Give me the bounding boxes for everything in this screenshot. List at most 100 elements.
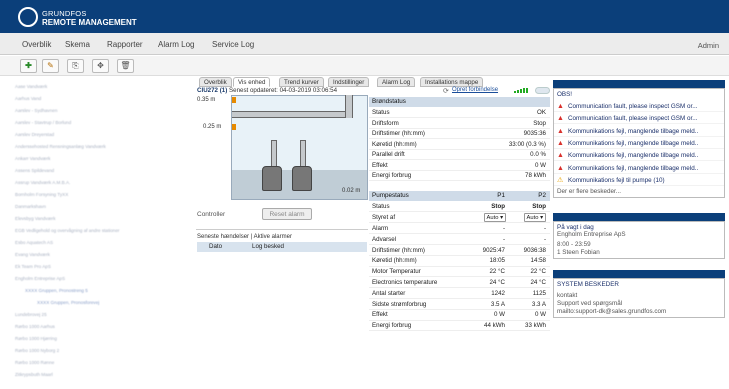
tree-item[interactable]: XXXX Gruppen, Pronostreng 5: [25, 288, 88, 297]
alarm-item[interactable]: ▲ Kommunikations fejl, manglende tilbage …: [554, 150, 724, 162]
nav-alarm-log[interactable]: Alarm Log: [158, 40, 194, 49]
tree-item[interactable]: Aarslev - Stavtrup / Borlund: [15, 120, 71, 129]
row-label: Driftstimer (hh:mm): [372, 246, 425, 254]
tab-installations-mappe[interactable]: Installations mappe: [420, 77, 484, 87]
tree-item[interactable]: Anderssehosted Rensningsanlæg Vandværk: [15, 144, 106, 153]
nav-service-log[interactable]: Service Log: [212, 40, 254, 49]
tree-item[interactable]: Rørbo 1000 Hjørring: [15, 336, 57, 345]
tab-trend-kurver[interactable]: Trend kurver: [279, 77, 324, 87]
alarm-text: Kommunikations fejl, manglende tilbage m…: [568, 164, 699, 172]
tab-alarm-log[interactable]: Alarm Log: [377, 77, 416, 87]
pump-1-icon[interactable]: [262, 166, 282, 191]
tree-item[interactable]: Aarslev - Sydhavnen: [15, 108, 57, 117]
tree-item[interactable]: Rørbo 1000 Nyborg 2: [15, 348, 59, 357]
brondstatus-row: Effekt 0 W: [369, 161, 550, 171]
tree-item[interactable]: Lundebrovej 25: [15, 312, 47, 321]
p2-value: 3.3 A: [531, 300, 546, 308]
row-label: Energi forbrug: [372, 172, 412, 179]
tree-item[interactable]: Elevsbyg Vandværk: [15, 216, 56, 225]
p1-control-select[interactable]: Auto ▾: [483, 213, 506, 222]
brondstatus-header: Brøndstatus: [369, 97, 550, 107]
row-label: Energi forbrug: [372, 322, 412, 330]
system-support: Support ved spørgsmål: [557, 300, 623, 307]
p1-value: -: [502, 225, 505, 232]
pumpestatus-title: Pumpestatus: [372, 192, 409, 199]
p2-value: -: [543, 235, 546, 243]
pumpestatus-row: Køretid (hh:mm) 18:05 14:58: [369, 256, 550, 267]
nav-rapporter[interactable]: Rapporter: [107, 40, 143, 49]
alarm-item[interactable]: ▲ Communication fault, please inspect GSM…: [554, 113, 724, 125]
tree-item[interactable]: Ankarr Vandværk: [15, 156, 50, 165]
user-menu[interactable]: Admin: [698, 41, 719, 50]
row-value: 78 kWh: [525, 172, 546, 179]
connection-toggle[interactable]: [535, 87, 550, 94]
refresh-icon[interactable]: ⟳: [443, 87, 449, 95]
alarm-text: Kommunikations fejl, manglende tilbage m…: [568, 127, 699, 135]
alarm-item[interactable]: ⚠ Kommunikations fejl til pumpe (10): [554, 175, 724, 186]
tree-item[interactable]: Assrup Vandværk A.M.B.A.: [15, 180, 70, 189]
tree-item[interactable]: Rørbo 1000 Rønne: [15, 360, 54, 369]
row-label: Driftsform: [372, 119, 399, 127]
pumpestatus-row: Effekt 0 W 0 W: [369, 310, 550, 321]
tree-item[interactable]: Bornholm Forsyning TyXX: [15, 192, 68, 201]
tree-item[interactable]: Esbo Aquatech AS: [15, 240, 53, 249]
tree-item[interactable]: Assens Spildevand: [15, 168, 54, 177]
more-messages-link[interactable]: Der er flere beskeder...: [557, 188, 621, 195]
tree-item[interactable]: Aarslev Dreyerstad: [15, 132, 54, 141]
pump-control-row: Styret af Auto ▾ Auto ▾: [369, 213, 550, 224]
alarm-icon: ▲: [557, 139, 564, 147]
copy-icon[interactable]: ⎘: [67, 59, 84, 73]
pumpestatus-row: Driftstimer (hh:mm) 9025:47 9036:38: [369, 246, 550, 256]
tree-item[interactable]: Evang Vandværk: [15, 252, 50, 261]
alarm-item[interactable]: ▲ Kommunikations fejl, manglende tilbage …: [554, 126, 724, 137]
tree-item[interactable]: Danmarkshavn: [15, 204, 46, 213]
obs-panel: OBS! ▲ Communication fault, please inspec…: [553, 88, 725, 198]
events-title[interactable]: Seneste hændelser | Aktive alarmer: [197, 234, 292, 240]
tree-item[interactable]: Rørbo 1000 Aarhus: [15, 324, 55, 333]
row-value: OK: [537, 109, 546, 116]
tree-item[interactable]: Aarhus Vand: [15, 96, 41, 105]
row-label: Driftstimer (hh:mm): [372, 130, 425, 137]
reset-alarm-button[interactable]: Reset alarm: [262, 208, 312, 220]
row-value: 33:00 (0.3 %): [508, 140, 546, 148]
toolbar: [0, 56, 729, 76]
brondstatus-row: Parallel drift 0.0 %: [369, 150, 550, 161]
row-label: Antal starter: [372, 289, 406, 297]
alarm-item[interactable]: ▲ Kommunikations fejl, manglende tilbage …: [554, 163, 724, 174]
system-title: SYSTEM BESKEDER: [557, 281, 619, 288]
tree-item[interactable]: Zitkrypsbuth Maarl: [15, 372, 53, 381]
tab-vis-enhed[interactable]: Vis enhed: [233, 77, 271, 87]
row-label: Status: [372, 203, 390, 210]
p2-control-select[interactable]: Auto ▾: [523, 213, 546, 222]
add-icon[interactable]: ✚: [20, 59, 37, 73]
tree-item[interactable]: EGB Vedligehold og overvågning af andre …: [15, 228, 119, 237]
station-id: CIU272 (1): [197, 87, 228, 94]
tree-item[interactable]: Engholm Entreprise ApS: [15, 276, 65, 285]
row-label: Electronics temperature: [372, 279, 438, 286]
system-mail-link[interactable]: mailto:support-dk@sales.grundfos.com: [557, 308, 666, 315]
nav-overblik[interactable]: Overblik: [22, 40, 51, 49]
nav-skema[interactable]: Skema: [65, 40, 90, 49]
edit-icon[interactable]: ✎: [42, 59, 59, 73]
delete-icon[interactable]: 🗑: [117, 59, 134, 73]
alarm-item[interactable]: ▲ Communication fault, please inspect GSM…: [554, 101, 724, 112]
row-value: 0.0 %: [530, 151, 546, 158]
row-label: Styret af: [372, 214, 396, 221]
tree-item[interactable]: Ek Team Pro ApS: [15, 264, 51, 273]
connect-link[interactable]: Opret forbindelse: [452, 87, 498, 93]
tab-overblik[interactable]: Overblik: [199, 77, 232, 87]
pumpestatus-row: Alarm - -: [369, 224, 550, 235]
pump-2-icon[interactable]: [292, 166, 312, 191]
p1-value: 9025:47: [482, 246, 505, 254]
move-icon[interactable]: ✥: [92, 59, 109, 73]
tab-indstillinger[interactable]: Indstillinger: [328, 77, 370, 87]
controller-label: Controller: [197, 211, 226, 218]
brand-subtitle: REMOTE MANAGEMENT: [42, 18, 137, 27]
p1-value: 1242: [491, 289, 505, 297]
tree-item[interactable]: XXXX Gruppen, Pronosforevej: [37, 300, 99, 309]
alarm-item[interactable]: ▲ Kommunikations fejl, manglende tilbage …: [554, 138, 724, 149]
col-log: Log besked: [252, 243, 284, 250]
grundfos-logo-icon[interactable]: [18, 7, 38, 27]
tree-item[interactable]: Aase Vandværk: [15, 84, 47, 93]
duty-person: 1 Steen Fobian: [557, 249, 600, 256]
